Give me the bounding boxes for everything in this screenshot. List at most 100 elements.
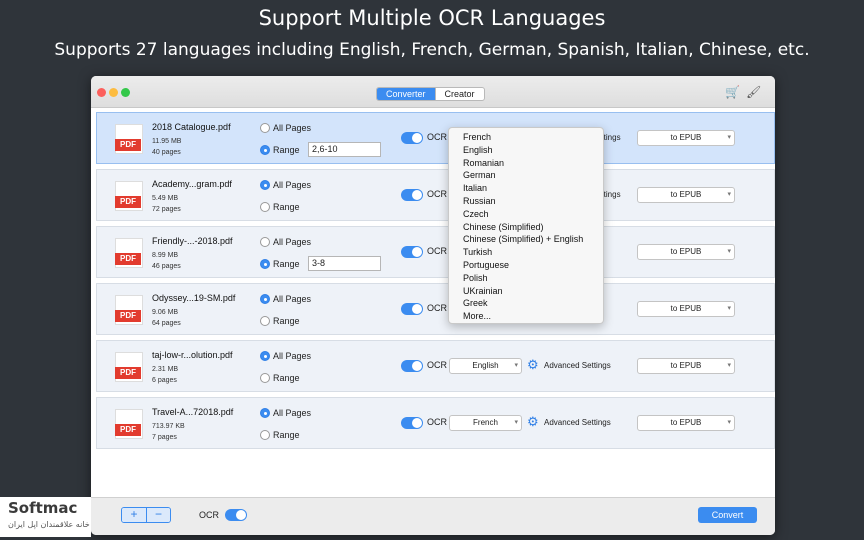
file-name: 2018 Catalogue.pdf xyxy=(152,122,231,132)
range-radio[interactable] xyxy=(260,316,270,326)
add-file-button[interactable]: + xyxy=(122,508,146,522)
language-option[interactable]: Romanian xyxy=(449,157,603,170)
file-size: 8.99 MB xyxy=(152,252,179,259)
brush-icon[interactable]: 🖌 xyxy=(746,85,761,99)
language-option[interactable]: English xyxy=(449,144,603,157)
language-option[interactable]: Czech xyxy=(449,208,603,221)
ocr-label: OCR xyxy=(427,132,447,142)
ocr-toggle[interactable] xyxy=(401,303,423,315)
file-name: Odyssey...19-SM.pdf xyxy=(152,293,236,303)
tab-converter[interactable]: Converter xyxy=(377,88,435,100)
all-pages-radio[interactable] xyxy=(260,294,270,304)
chevron-down-icon: ▾ xyxy=(727,248,731,255)
range-radio[interactable] xyxy=(260,145,270,155)
minimize-window-button[interactable] xyxy=(109,88,118,97)
ocr-toggle[interactable] xyxy=(401,189,423,201)
ocr-toggle[interactable] xyxy=(401,417,423,429)
file-list: PDF 2018 Catalogue.pdf 11.95 MB 40 pages… xyxy=(91,109,775,497)
language-option[interactable]: Chinese (Simplified) + English xyxy=(449,233,603,246)
file-name: Friendly-...-2018.pdf xyxy=(152,236,233,246)
output-format-select[interactable]: to EPUB ▾ xyxy=(637,130,735,146)
file-row[interactable]: PDF Travel-A...72018.pdf 713.97 KB 7 pag… xyxy=(96,397,775,449)
ocr-toggle[interactable] xyxy=(401,246,423,258)
tab-creator[interactable]: Creator xyxy=(434,88,484,100)
output-format-select[interactable]: to EPUB ▾ xyxy=(637,415,735,431)
range-input[interactable]: 2,6-10 xyxy=(308,142,381,157)
ocr-language-select[interactable]: French ▾ xyxy=(449,415,522,431)
file-size: 2.31 MB xyxy=(152,366,179,373)
gear-icon[interactable]: ⚙ xyxy=(527,357,539,373)
all-pages-radio[interactable] xyxy=(260,123,270,133)
gear-icon[interactable]: ⚙ xyxy=(527,414,539,430)
all-pages-label: All Pages xyxy=(273,408,312,418)
file-row[interactable]: PDF Odyssey...19-SM.pdf 9.06 MB 64 pages… xyxy=(96,283,775,335)
output-format-select[interactable]: to EPUB ▾ xyxy=(637,358,735,374)
language-option[interactable]: UKrainian xyxy=(449,285,603,298)
file-size: 713.97 KB xyxy=(152,423,185,430)
language-option[interactable]: Chinese (Simplified) xyxy=(449,221,603,234)
range-radio[interactable] xyxy=(260,259,270,269)
file-pages: 46 pages xyxy=(152,263,181,270)
chevron-down-icon: ▾ xyxy=(727,191,731,198)
file-row[interactable]: PDF 2018 Catalogue.pdf 11.95 MB 40 pages… xyxy=(96,112,775,164)
language-option[interactable]: Polish xyxy=(449,272,603,285)
all-pages-radio[interactable] xyxy=(260,180,270,190)
ocr-language-select[interactable]: English ▾ xyxy=(449,358,522,374)
ocr-label: OCR xyxy=(427,417,447,427)
pdf-file-icon: PDF xyxy=(115,295,143,325)
language-option[interactable]: Greek xyxy=(449,297,603,310)
range-label: Range xyxy=(273,316,300,326)
file-size: 5.49 MB xyxy=(152,195,179,202)
cart-icon[interactable]: 🛒 xyxy=(725,85,740,99)
output-format-select[interactable]: to EPUB ▾ xyxy=(637,187,735,203)
ocr-label: OCR xyxy=(427,303,447,313)
chevron-down-icon: ▾ xyxy=(514,419,518,426)
zoom-window-button[interactable] xyxy=(121,88,130,97)
range-label: Range xyxy=(273,373,300,383)
range-radio[interactable] xyxy=(260,373,270,383)
file-name: taj-low-r...olution.pdf xyxy=(152,350,233,360)
ocr-label: OCR xyxy=(427,360,447,370)
bottom-bar: + − OCR Convert xyxy=(91,497,775,535)
advanced-settings-label[interactable]: Advanced Settings xyxy=(544,361,611,370)
language-option[interactable]: Portuguese xyxy=(449,259,603,272)
language-option[interactable]: French xyxy=(449,131,603,144)
ocr-toggle[interactable] xyxy=(401,360,423,372)
file-pages: 64 pages xyxy=(152,320,181,327)
all-pages-radio[interactable] xyxy=(260,408,270,418)
all-pages-radio[interactable] xyxy=(260,237,270,247)
ocr-label: OCR xyxy=(427,246,447,256)
all-pages-label: All Pages xyxy=(273,180,312,190)
language-option[interactable]: Turkish xyxy=(449,246,603,259)
title-bar: Converter Creator 🛒 🖌 xyxy=(91,76,775,108)
remove-file-button[interactable]: − xyxy=(146,508,170,522)
convert-button[interactable]: Convert xyxy=(698,507,757,523)
range-input[interactable]: 3-8 xyxy=(308,256,381,271)
language-option[interactable]: Italian xyxy=(449,182,603,195)
ocr-toggle[interactable] xyxy=(401,132,423,144)
pdf-file-icon: PDF xyxy=(115,124,143,154)
close-window-button[interactable] xyxy=(97,88,106,97)
range-radio[interactable] xyxy=(260,430,270,440)
file-size: 9.06 MB xyxy=(152,309,179,316)
range-label: Range xyxy=(273,430,300,440)
language-option[interactable]: More... xyxy=(449,310,603,323)
hero-title: Support Multiple OCR Languages xyxy=(258,6,606,30)
output-format-select[interactable]: to EPUB ▾ xyxy=(637,244,735,260)
output-format-select[interactable]: to EPUB ▾ xyxy=(637,301,735,317)
file-row[interactable]: PDF taj-low-r...olution.pdf 2.31 MB 6 pa… xyxy=(96,340,775,392)
watermark-name: Softmac xyxy=(8,499,78,517)
advanced-settings-label[interactable]: Advanced Settings xyxy=(544,418,611,427)
file-row[interactable]: PDF Friendly-...-2018.pdf 8.99 MB 46 pag… xyxy=(96,226,775,278)
global-ocr-toggle[interactable] xyxy=(225,509,247,521)
range-radio[interactable] xyxy=(260,202,270,212)
chevron-down-icon: ▾ xyxy=(727,362,731,369)
file-pages: 6 pages xyxy=(152,377,177,384)
file-row[interactable]: PDF Academy...gram.pdf 5.49 MB 72 pages … xyxy=(96,169,775,221)
language-option[interactable]: German xyxy=(449,169,603,182)
range-label: Range xyxy=(273,202,300,212)
file-pages: 72 pages xyxy=(152,206,181,213)
all-pages-radio[interactable] xyxy=(260,351,270,361)
language-option[interactable]: Russian xyxy=(449,195,603,208)
file-pages: 40 pages xyxy=(152,149,181,156)
